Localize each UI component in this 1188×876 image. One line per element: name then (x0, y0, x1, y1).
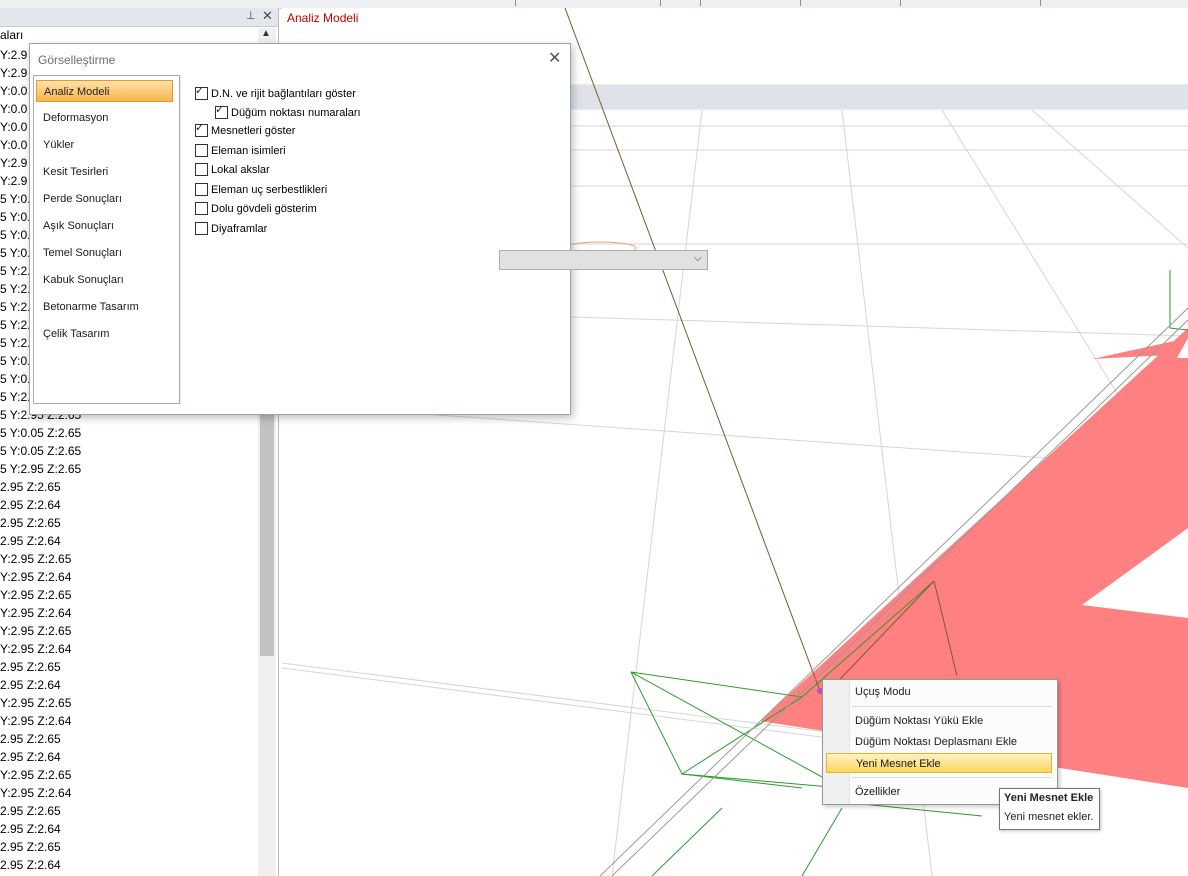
option-label: Lokal akslar (211, 164, 270, 176)
context-menu: Uçuş Modu Düğüm Noktası Yükü Ekle Düğüm No… (822, 679, 1058, 805)
node-row[interactable]: Y:2.95 Z:2.64 (0, 712, 258, 730)
checkbox-box[interactable]: ✓ (195, 121, 208, 137)
nav-item[interactable]: Aşık Sonuçları (36, 215, 173, 237)
checkbox-box[interactable] (195, 162, 208, 176)
scroll-up-icon[interactable]: ▲ (261, 28, 271, 39)
context-menu-item[interactable]: Düğüm Noktası Deplasmanı Ekle (826, 732, 1052, 752)
panel-header: ⊥ ✕ (0, 8, 278, 27)
option-label: Dolu gövdeli gösterim (211, 203, 317, 215)
close-icon[interactable]: ✕ (262, 8, 273, 24)
node-row[interactable]: Y:2.95 Z:2.65 (0, 586, 258, 604)
diyaframlar-select[interactable]: ⌵ (499, 250, 708, 270)
node-row[interactable]: Y:2.95 Z:2.65 (0, 550, 258, 568)
context-menu-item[interactable]: Yeni Mesnet Ekle (826, 753, 1052, 773)
context-menu-item[interactable]: Düğüm Noktası Yükü Ekle (826, 711, 1052, 731)
tree-header: aları (0, 28, 24, 42)
option-checkbox[interactable]: Dolu gövdeli gösterim (195, 201, 317, 218)
dialog-title: Görselleştirme (38, 53, 116, 67)
option-label: Mesnetleri göster (211, 125, 296, 137)
checkbox-box[interactable] (195, 143, 208, 157)
tooltip-title: Yeni Mesnet Ekle (1004, 792, 1094, 804)
tooltip: Yeni Mesnet Ekle Yeni mesnet ekler. (999, 788, 1100, 830)
nav-item[interactable]: Kabuk Sonuçları (36, 269, 173, 291)
nav-item[interactable]: Analiz Modeli (36, 80, 173, 102)
node-row[interactable]: Y:2.95 Z:2.64 (0, 604, 258, 622)
node-row[interactable]: 2.95 Z:2.64 (0, 820, 258, 838)
option-checkbox[interactable]: Lokal akslar (195, 162, 270, 179)
node-row[interactable]: 2.95 Z:2.65 (0, 838, 258, 856)
node-row[interactable]: 2.95 Z:2.64 (0, 676, 258, 694)
node-row[interactable]: 2.95 Z:2.64 (0, 532, 258, 550)
option-label: Eleman isimleri (211, 145, 286, 157)
node-row[interactable]: 5 Y:0.05 Z:2.65 (0, 442, 258, 460)
nav-item[interactable]: Temel Sonuçları (36, 242, 173, 264)
checkbox-box[interactable]: ✓ (195, 84, 208, 100)
nav-item[interactable]: Yükler (36, 134, 173, 156)
node-row[interactable]: 2.95 Z:2.65 (0, 478, 258, 496)
option-checkbox[interactable]: ✓ D.N. ve rijit bağlantıları göster (195, 84, 356, 103)
option-label: Eleman uç serbestlikleri (211, 184, 328, 196)
node-row[interactable]: Y:2.95 Z:2.64 (0, 784, 258, 802)
nav-item[interactable]: Perde Sonuçları (36, 188, 173, 210)
viewport-title: Analiz Modeli (287, 11, 359, 25)
option-label: D.N. ve rijit bağlantıları göster (211, 88, 356, 100)
visualization-dialog: Görselleştirme ✕ Analiz Modeli Deformasyo… (29, 43, 708, 415)
node-row[interactable]: Y:2.95 Z:2.64 (0, 568, 258, 586)
option-checkbox[interactable]: Eleman isimleri (195, 143, 286, 160)
nav-item[interactable]: Betonarme Tasarım (36, 296, 173, 318)
menu-separator (852, 777, 1052, 778)
tooltip-text: Yeni mesnet ekler. (1004, 811, 1094, 823)
checkbox-box[interactable] (195, 201, 208, 215)
node-row[interactable]: 2.95 Z:2.64 (0, 496, 258, 514)
node-row[interactable]: 2.95 Z:2.65 (0, 730, 258, 748)
node-row[interactable]: 5 Y:0.05 Z:2.65 (0, 424, 258, 442)
check-icon: ✓ (195, 121, 205, 134)
nav-item[interactable]: Çelik Tasarım (36, 323, 173, 345)
node-row[interactable]: 2.95 Z:2.65 (0, 514, 258, 532)
option-checkbox[interactable]: Eleman uç serbestlikleri (195, 182, 328, 199)
node-row[interactable]: 5 Y:2.95 Z:2.65 (0, 460, 258, 478)
dialog-options-panel: ⌵ ✓ D.N. ve rijit bağlantıları göster ✓ Düğ… (180, 75, 708, 405)
checkbox-box[interactable] (195, 221, 208, 235)
context-menu-item[interactable]: Uçuş Modu (826, 682, 1052, 702)
checkbox-box[interactable] (195, 182, 208, 196)
node-row[interactable]: 2.95 Z:2.65 (0, 658, 258, 676)
checkbox-box[interactable]: ✓ (215, 103, 228, 119)
node-row[interactable]: Y:2.95 Z:2.65 (0, 694, 258, 712)
option-checkbox[interactable]: ✓ Düğüm noktası numaraları (215, 103, 361, 122)
dialog-close-icon[interactable]: ✕ (548, 48, 561, 68)
nav-item[interactable]: Deformasyon (36, 107, 173, 129)
option-label: Diyaframlar (211, 223, 268, 235)
check-icon: ✓ (215, 103, 225, 116)
chevron-down-icon: ⌵ (693, 252, 702, 264)
dialog-nav-list: Analiz Modeli Deformasyon Yükler Kesit Tesi… (33, 75, 180, 404)
option-checkbox[interactable]: Diyaframlar (195, 221, 268, 238)
nav-item[interactable]: Kesit Tesirleri (36, 161, 173, 183)
pin-icon[interactable]: ⊥ (246, 9, 256, 22)
node-row[interactable]: Y:2.95 Z:2.65 (0, 622, 258, 640)
option-checkbox[interactable]: ✓ Mesnetleri göster (195, 121, 296, 140)
node-row[interactable]: 2.95 Z:2.64 (0, 748, 258, 766)
node-row[interactable]: Y:2.95 Z:2.64 (0, 640, 258, 658)
check-icon: ✓ (195, 84, 205, 97)
option-label: Düğüm noktası numaraları (231, 107, 361, 119)
node-row[interactable]: Y:2.95 Z:2.65 (0, 766, 258, 784)
node-row[interactable]: 2.95 Z:2.65 (0, 802, 258, 820)
node-row[interactable]: 2.95 Z:2.64 (0, 856, 258, 874)
menu-separator (852, 706, 1052, 707)
